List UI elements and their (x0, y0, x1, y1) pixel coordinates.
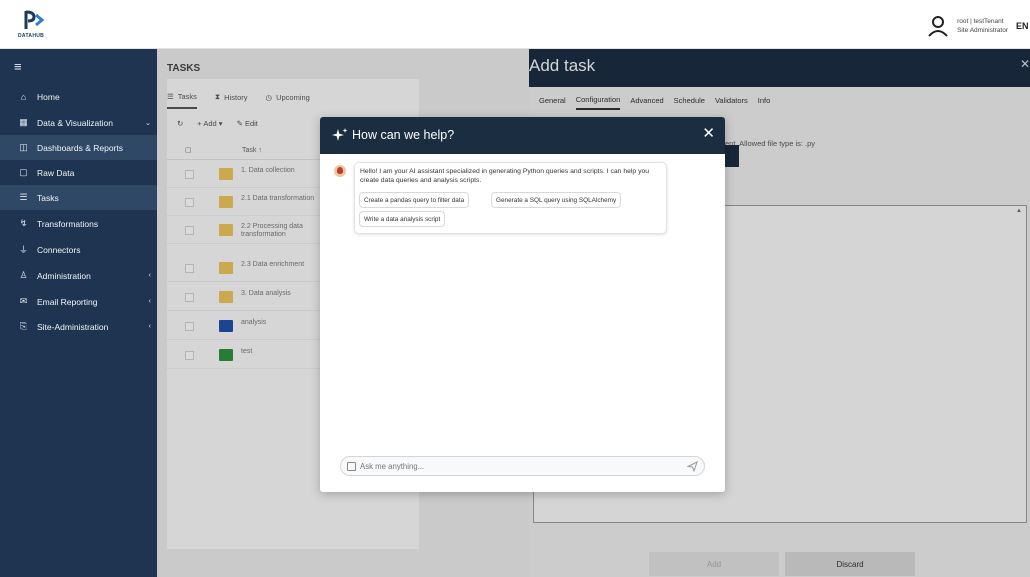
calendar-icon: ▦ (19, 117, 28, 127)
message-bubble: Hello! I am your AI assistant specialize… (354, 162, 667, 234)
user-name: root | testTenant (957, 18, 1004, 25)
chevron-left-icon: ‹ (148, 323, 151, 330)
transform-icon: ↯ (19, 218, 28, 228)
sidebar-item-administration[interactable]: ♙ Administration ‹ (0, 263, 157, 288)
user-menu[interactable]: root | testTenant Site Administrator EN (927, 14, 1030, 38)
sidebar-item-label: Data & Visualization (37, 117, 113, 128)
modal-title: How can we help? (352, 128, 455, 142)
sidebar-item-label: Site-Administration (37, 321, 109, 332)
chevron-left-icon: ‹ (148, 272, 151, 279)
suggestion-chip[interactable]: Write a data analysis script (359, 211, 446, 227)
sidebar-item-email-reporting[interactable]: ✉ Email Reporting ‹ (0, 289, 157, 314)
home-icon: ⌂ (20, 91, 27, 102)
list-icon: ☰ (19, 192, 28, 202)
ai-assistant-modal: How can we help? ✕ Hello! I am your AI a… (320, 117, 725, 492)
message-text: Hello! I am your AI assistant specialize… (360, 168, 650, 184)
user-icon (928, 16, 948, 37)
logo-mark-icon (24, 10, 45, 29)
sidebar: ≡ ⌂ Home ▦ Data & Visualization ⌄ ◫ Dash… (0, 49, 157, 577)
chevron-down-icon: ⌄ (145, 119, 151, 127)
image-attach-icon[interactable] (347, 462, 356, 471)
sidebar-item-label: Transformations (37, 218, 99, 229)
sidebar-item-label: Administration (37, 270, 91, 281)
send-icon[interactable] (687, 461, 698, 472)
sidebar-item-label: Dashboards & Reports (37, 142, 123, 153)
connector-icon: ⏚ (18, 245, 28, 255)
sidebar-item-site-administration[interactable]: ⎘ Site-Administration ‹ (0, 314, 157, 339)
suggestion-chip[interactable]: Create a pandas query to filter data (359, 192, 470, 208)
sidebar-item-tasks[interactable]: ☰ Tasks (0, 185, 157, 210)
modal-header: How can we help? ✕ (320, 117, 725, 154)
sidebar-item-label: Home (37, 91, 60, 102)
sidebar-item-connectors[interactable]: ⏚ Connectors (0, 237, 157, 262)
dashboard-icon: ◫ (19, 142, 28, 152)
datahub-logo[interactable]: DATAHUB (18, 9, 58, 41)
sidebar-item-dashboards-reports[interactable]: ◫ Dashboards & Reports (0, 135, 157, 160)
sidebar-item-raw-data[interactable]: ▢ Raw Data (0, 160, 157, 185)
chevron-left-icon: ‹ (148, 298, 151, 305)
users-icon: ♙ (19, 270, 28, 280)
sidebar-item-data-visualization[interactable]: ▦ Data & Visualization ⌄ (0, 110, 157, 135)
sidebar-item-label: Raw Data (37, 167, 75, 178)
language-selector[interactable]: EN (1016, 21, 1030, 31)
sparkle-icon (332, 128, 348, 141)
close-icon[interactable]: ✕ (702, 125, 715, 143)
logo-text: DATAHUB (18, 33, 45, 39)
top-bar: DATAHUB root | testTenant Site Administr… (0, 0, 1030, 49)
assistant-avatar (334, 165, 346, 177)
email-icon: ✉ (19, 296, 28, 306)
sidebar-item-label: Tasks (37, 192, 59, 203)
user-role: Site Administrator (957, 27, 1008, 34)
chat-input-wrapper (340, 456, 705, 476)
sidebar-item-transformations[interactable]: ↯ Transformations (0, 211, 157, 236)
sidebar-item-label: Email Reporting (37, 296, 98, 307)
user-info: root | testTenant Site Administrator (957, 17, 1008, 35)
avatar-figure-icon (337, 167, 343, 174)
suggestion-chip[interactable]: Generate a SQL query using SQLAlchemy (491, 192, 622, 208)
hamburger-menu-icon[interactable]: ≡ (14, 59, 22, 74)
chat-input[interactable] (360, 460, 680, 473)
site-admin-icon: ⎘ (19, 321, 28, 331)
sidebar-item-label: Connectors (37, 244, 81, 255)
file-icon: ▢ (19, 167, 28, 177)
sidebar-item-home[interactable]: ⌂ Home (0, 84, 157, 109)
